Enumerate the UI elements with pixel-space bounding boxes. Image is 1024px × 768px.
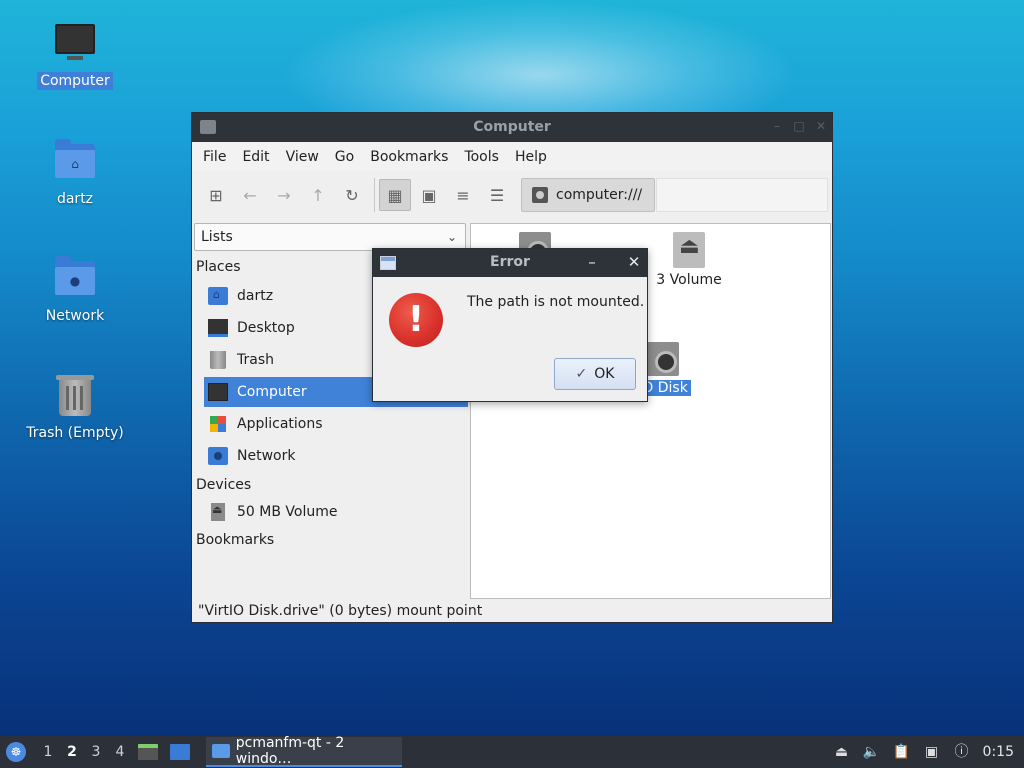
- ok-button[interactable]: ✓ OK: [554, 358, 636, 390]
- side-pane-mode-value: Lists: [201, 229, 233, 245]
- home-folder-icon: [208, 287, 228, 305]
- menu-help[interactable]: Help: [507, 149, 555, 165]
- maximize-icon[interactable]: □: [792, 119, 806, 133]
- menu-go[interactable]: Go: [327, 149, 362, 165]
- network-folder-icon: ●: [53, 256, 97, 301]
- workspace-2[interactable]: 2: [60, 744, 84, 760]
- detailed-list-view-icon[interactable]: ☰: [481, 179, 513, 211]
- folder-icon: [212, 744, 230, 758]
- file-manager-launcher-icon[interactable]: [138, 744, 158, 760]
- devices-heading: Devices: [196, 477, 252, 493]
- side-pane-mode-select[interactable]: Lists ⌄: [194, 223, 466, 251]
- status-bar: "VirtIO Disk.drive" (0 bytes) mount poin…: [198, 603, 483, 619]
- desktop-icon-label: dartz: [56, 191, 94, 207]
- menu-bar: File Edit View Go Bookmarks Tools Help: [192, 142, 832, 171]
- workspace-3[interactable]: 3: [84, 744, 108, 760]
- clipboard-icon[interactable]: 📋: [893, 743, 911, 761]
- path-button[interactable]: computer:///: [521, 178, 655, 212]
- workspace-4[interactable]: 4: [108, 744, 132, 760]
- sidebar-item-applications[interactable]: Applications: [204, 409, 468, 439]
- drive-icon: [532, 187, 548, 203]
- taskbar: ☸ 1 2 3 4 pcmanfm-qt - 2 windo… ⏏ 🔈 📋 ▣ …: [0, 735, 1024, 768]
- dialog-title: Error: [490, 254, 530, 270]
- desktop-icon-trash[interactable]: Trash (Empty): [20, 374, 130, 442]
- compact-view-icon[interactable]: ≡: [447, 179, 479, 211]
- dialog-message: The path is not mounted.: [467, 294, 645, 310]
- volume-item[interactable]: 3 Volume: [645, 232, 733, 288]
- sidebar-item-label: Computer: [237, 384, 307, 400]
- file-item-label: 3 Volume: [656, 272, 722, 288]
- start-menu-icon[interactable]: ☸: [6, 742, 26, 762]
- menu-edit[interactable]: Edit: [234, 149, 277, 165]
- sidebar-item-label: Network: [237, 448, 296, 464]
- dialog-titlebar[interactable]: Error – ✕: [373, 249, 647, 277]
- back-arrow-icon[interactable]: ←: [234, 179, 266, 211]
- sidebar-item-label: 50 MB Volume: [237, 504, 338, 520]
- chevron-down-icon: ⌄: [446, 230, 457, 244]
- desktop-icon-label: Trash (Empty): [26, 425, 124, 441]
- network-folder-icon: [208, 447, 228, 465]
- drive-icon: [647, 342, 679, 376]
- trash-icon: [53, 374, 97, 418]
- ok-button-label: OK: [594, 366, 615, 382]
- toolbar: ⊞ ← → ↑ ↻ ▦ ▣ ≡ ☰ computer:///: [192, 171, 832, 219]
- desktop-icon-label: Computer: [37, 72, 113, 90]
- icon-view-icon[interactable]: ▦: [379, 179, 411, 211]
- computer-icon: [53, 22, 97, 66]
- places-heading: Places: [196, 259, 241, 275]
- new-tab-icon[interactable]: ⊞: [200, 179, 232, 211]
- taskbar-task-pcmanfm[interactable]: pcmanfm-qt - 2 windo…: [206, 735, 402, 767]
- minimize-icon[interactable]: –: [584, 253, 600, 271]
- menu-tools[interactable]: Tools: [456, 149, 507, 165]
- clock[interactable]: 0:15: [983, 744, 1014, 760]
- forward-arrow-icon[interactable]: →: [268, 179, 300, 211]
- desktop-icon: [208, 319, 228, 337]
- sidebar-item-label: dartz: [237, 288, 274, 304]
- path-label: computer:///: [556, 187, 643, 203]
- network-icon[interactable]: ▣: [923, 743, 941, 761]
- computer-icon: [208, 383, 228, 401]
- up-arrow-icon[interactable]: ↑: [302, 179, 334, 211]
- task-label: pcmanfm-qt - 2 windo…: [235, 735, 345, 767]
- minimize-icon[interactable]: –: [770, 119, 784, 133]
- menu-file[interactable]: File: [195, 149, 234, 165]
- desktop-icon-computer[interactable]: Computer: [20, 22, 130, 90]
- sidebar-item-label: Applications: [237, 416, 323, 432]
- applications-icon: [210, 416, 226, 432]
- sidebar-item-network[interactable]: Network: [204, 441, 468, 471]
- close-icon[interactable]: ✕: [626, 253, 642, 271]
- sidebar-item-50mb-volume[interactable]: 50 MB Volume: [204, 497, 468, 527]
- system-tray: ⏏ 🔈 📋 ▣ ⓘ 0:15: [827, 736, 1024, 768]
- desktop-icon-dartz[interactable]: ⌂ dartz: [20, 139, 130, 208]
- workspace-1[interactable]: 1: [36, 744, 60, 760]
- window-titlebar[interactable]: Computer – □ ✕: [192, 113, 832, 142]
- sidebar-item-label: Desktop: [237, 320, 295, 336]
- menu-view[interactable]: View: [278, 149, 327, 165]
- error-dialog: Error – ✕ ! The path is not mounted. ✓ O…: [372, 248, 648, 402]
- error-icon: !: [389, 293, 443, 347]
- notification-icon[interactable]: ⓘ: [953, 743, 971, 761]
- path-bar-area[interactable]: [656, 178, 828, 212]
- eject-icon: [673, 232, 705, 268]
- trash-icon: [210, 351, 226, 369]
- desktop-icon-label: Network: [45, 308, 105, 324]
- volume-icon[interactable]: 🔈: [863, 743, 881, 761]
- home-folder-icon: ⌂: [53, 139, 97, 184]
- bookmarks-heading: Bookmarks: [196, 532, 275, 548]
- menu-bookmarks[interactable]: Bookmarks: [362, 149, 456, 165]
- close-icon[interactable]: ✕: [814, 119, 828, 133]
- reload-icon[interactable]: ↻: [336, 179, 368, 211]
- checkmark-icon: ✓: [575, 366, 588, 382]
- sidebar-item-label: Trash: [237, 352, 274, 368]
- thumbnail-view-icon[interactable]: ▣: [413, 179, 445, 211]
- window-title: Computer: [473, 119, 551, 135]
- show-desktop-icon[interactable]: [170, 744, 190, 760]
- desktop-icon-network[interactable]: ● Network: [20, 256, 130, 325]
- eject-icon[interactable]: ⏏: [833, 743, 851, 761]
- eject-icon: [211, 503, 225, 521]
- toolbar-separator: [374, 178, 375, 212]
